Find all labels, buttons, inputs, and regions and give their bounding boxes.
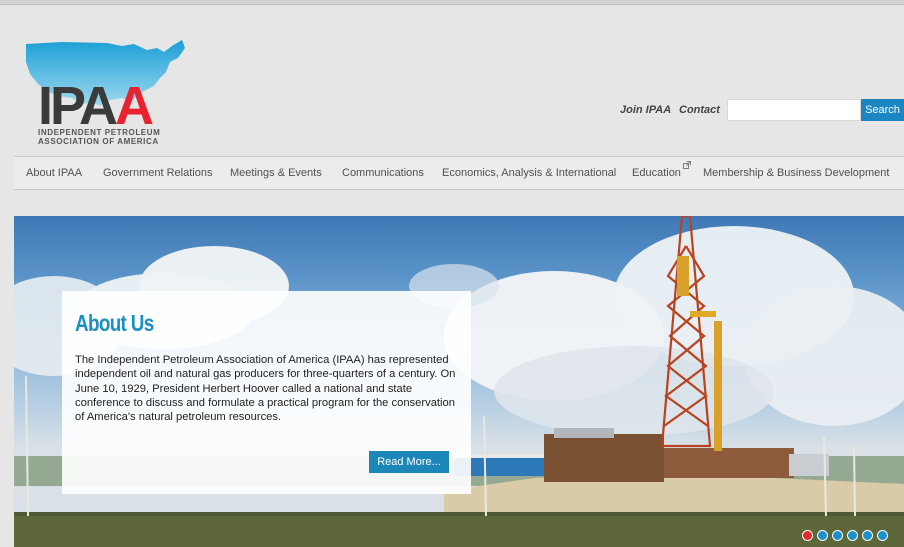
logo-subtitle-line2: Association of America — [38, 137, 159, 146]
nav-item-communications[interactable]: Communications — [342, 167, 424, 179]
read-more-button[interactable]: Read More... — [369, 451, 449, 473]
nav-item-education[interactable]: Education — [632, 161, 691, 179]
ipaa-logo[interactable]: IPAA Independent Petroleum Association o… — [22, 38, 192, 148]
slide-dot-1[interactable] — [802, 530, 813, 541]
slide-dot-4[interactable] — [847, 530, 858, 541]
logo-subtitle: Independent Petroleum Association of Ame… — [38, 128, 160, 146]
slide-dot-2[interactable] — [817, 530, 828, 541]
about-us-title: About Us — [75, 310, 154, 336]
nav-item-economics[interactable]: Economics, Analysis & International — [442, 167, 616, 179]
contact-link[interactable]: Contact — [679, 104, 720, 116]
top-rule — [0, 0, 904, 5]
search-input[interactable] — [727, 99, 861, 121]
logo-letter-a-red: A — [115, 76, 154, 136]
logo-letter-p: P — [50, 76, 82, 136]
slide-dot-3[interactable] — [832, 530, 843, 541]
hero-slider: About Us The Independent Petroleum Assoc… — [14, 216, 904, 547]
nav-item-about-ipaa[interactable]: About IPAA — [26, 167, 82, 179]
about-us-card: About Us The Independent Petroleum Assoc… — [62, 291, 471, 494]
nav-item-education-label: Education — [632, 167, 681, 179]
external-link-icon — [683, 161, 691, 169]
slide-dot-6[interactable] — [877, 530, 888, 541]
slide-dot-5[interactable] — [862, 530, 873, 541]
about-us-body: The Independent Petroleum Association of… — [75, 354, 456, 424]
logo-letter-i: I — [38, 76, 53, 136]
main-nav: About IPAA Government Relations Meetings… — [14, 156, 904, 190]
nav-item-meetings-events[interactable]: Meetings & Events — [230, 167, 322, 179]
logo-wordmark: IPAA — [38, 76, 154, 136]
join-ipaa-link[interactable]: Join IPAA — [620, 104, 671, 116]
logo-subtitle-line1: Independent Petroleum — [38, 128, 161, 137]
nav-item-government-relations[interactable]: Government Relations — [103, 167, 212, 179]
logo-letter-a: A — [79, 76, 118, 136]
nav-item-membership[interactable]: Membership & Business Development — [703, 167, 889, 179]
search-button[interactable]: Search — [861, 99, 904, 121]
